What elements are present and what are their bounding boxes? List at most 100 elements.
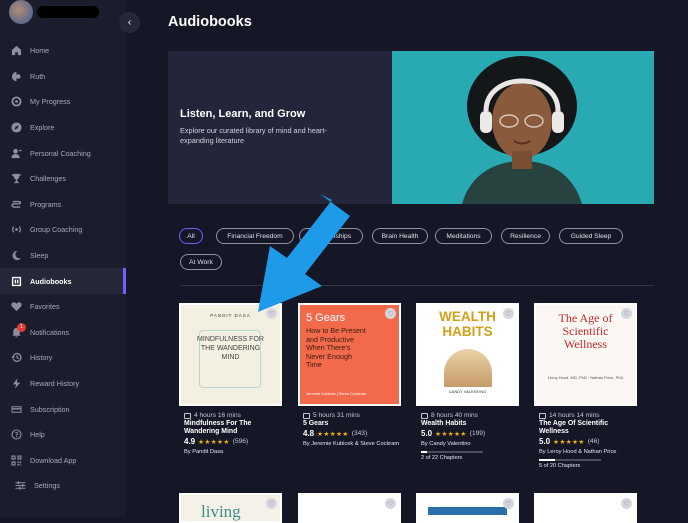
sidebar-item-sleep[interactable]: Sleep	[0, 243, 126, 269]
favorite-heart-icon[interactable]: ♡	[503, 498, 514, 509]
sidebar-item-group-coaching[interactable]: Group Coaching	[0, 217, 126, 243]
book-author: By Candy Valentino	[421, 441, 471, 447]
book-author: By Pandit Dasa	[184, 449, 224, 455]
rating-count: (46)	[587, 438, 600, 445]
filter-chip-at-work[interactable]: At Work	[180, 254, 222, 270]
book-cover[interactable]: ♡	[298, 493, 401, 523]
favorite-heart-icon[interactable]: ♡	[385, 308, 396, 319]
book-cover[interactable]: living ♡	[179, 493, 282, 523]
card-icon	[11, 404, 22, 415]
book-rating: 5.0 ★★★★★ (199)	[421, 429, 521, 438]
sidebar-item-challenges[interactable]: Challenges	[0, 166, 126, 192]
book-title[interactable]: Wealth Habits	[421, 420, 521, 428]
sidebar-item-label: Reward History	[30, 379, 80, 389]
book-author: By Leroy Hood & Nathan Price	[539, 449, 617, 455]
sidebar-item-label: My Progress	[30, 97, 71, 107]
history-icon	[11, 352, 22, 363]
chapters-progress: 5 of 20 Chapters	[539, 463, 581, 469]
cover-stripe	[428, 507, 507, 515]
hero-title: Listen, Learn, and Grow	[180, 108, 306, 120]
sidebar-item-label: History	[30, 353, 53, 363]
favorite-heart-icon[interactable]: ♡	[385, 498, 396, 509]
sidebar-nav: Home Ruth My Progress Explore Personal C…	[0, 38, 126, 499]
sidebar-item-download-app[interactable]: Download App	[0, 448, 126, 474]
hero-banner: Listen, Learn, and Grow Explore our cura…	[168, 51, 654, 204]
favorite-heart-icon[interactable]: ♡	[266, 498, 277, 509]
sidebar-item-home[interactable]: Home	[0, 38, 126, 64]
sidebar-item-programs[interactable]: Programs	[0, 192, 126, 218]
cover-title: The Age of Scientific Wellness	[558, 311, 613, 351]
cover-author: Leroy Hood, MD, PhD · Nathan Price, PhD	[547, 375, 624, 380]
listening-progress-bar	[421, 451, 483, 453]
hero-subtitle: Explore our curated library of mind and …	[180, 126, 327, 145]
cover-author: CANDY VALENTINO	[448, 389, 487, 394]
favorite-heart-icon[interactable]: ♡	[621, 308, 632, 319]
coach-icon	[11, 148, 22, 159]
book-cover[interactable]: WEALTH HABITS CANDY VALENTINO ♡	[416, 303, 519, 406]
cover-title: WEALTH HABITS	[439, 309, 496, 339]
book-duration: 14 hours 14 mins	[539, 412, 639, 419]
book-card[interactable]: PANDIT DASA MINDFULNESS FOR THE WANDERIN…	[179, 303, 282, 456]
book-card[interactable]: WEALTH HABITS CANDY VALENTINO ♡ 8 hours …	[416, 303, 519, 461]
sidebar-item-label: Explore	[30, 123, 55, 133]
book-icon	[184, 412, 191, 419]
filter-chip-brain-health[interactable]: Brain Health	[372, 228, 428, 244]
sidebar-item-notifications[interactable]: 1 Notifications	[0, 320, 126, 346]
help-icon	[11, 429, 22, 440]
book-icon	[421, 412, 428, 419]
filter-chip-resilience[interactable]: Resilience	[501, 228, 550, 244]
book-cover[interactable]: ♡	[416, 493, 519, 523]
book-meta: 4 hours 16 mins Mindfulness For The Wand…	[179, 412, 284, 456]
book-title[interactable]: The Age Of Scientific Wellness	[539, 420, 639, 436]
sidebar-item-subscription[interactable]: Subscription	[0, 396, 126, 422]
cover-title: living	[201, 502, 241, 521]
sidebar-item-help[interactable]: Help	[0, 422, 126, 448]
filter-chip-all[interactable]: All	[179, 228, 203, 244]
favorite-heart-icon[interactable]: ♡	[503, 308, 514, 319]
sidebar-item-audiobooks[interactable]: Audiobooks	[0, 268, 126, 294]
filter-chip-guided-sleep[interactable]: Guided Sleep	[559, 228, 623, 244]
sidebar-item-label: Programs	[30, 199, 62, 209]
progress-fill	[421, 451, 427, 453]
sidebar-item-label: Settings	[34, 481, 60, 491]
rating-count: (199)	[469, 430, 486, 437]
favorite-heart-icon[interactable]: ♡	[621, 498, 632, 509]
sidebar-item-label: Sleep	[30, 251, 49, 261]
rating-value: 4.9	[184, 437, 196, 446]
sidebar-item-reward-history[interactable]: Reward History	[0, 371, 126, 397]
book-card[interactable]: 5 Gears How to Be Present and Productive…	[298, 303, 401, 448]
sidebar-item-history[interactable]: History	[0, 345, 126, 371]
book-duration: 8 hours 40 mins	[421, 412, 521, 419]
filter-chip-meditations[interactable]: Meditations	[435, 228, 492, 244]
book-title[interactable]: 5 Gears	[303, 420, 403, 428]
trophy-icon	[11, 173, 22, 184]
avatar[interactable]	[9, 0, 33, 24]
home-icon	[11, 45, 22, 56]
book-rating: 5.0 ★★★★★ (46)	[539, 437, 639, 446]
book-meta: 14 hours 14 mins The Age Of Scientific W…	[534, 412, 639, 469]
audiobook-icon	[11, 276, 22, 287]
book-duration: 5 hours 31 mins	[303, 412, 403, 419]
book-icon	[539, 412, 546, 419]
book-cover[interactable]: The Age of Scientific Wellness Leroy Hoo…	[534, 303, 637, 406]
compass-icon	[11, 122, 22, 133]
sidebar-item-ruth[interactable]: Ruth	[0, 64, 126, 90]
sidebar-item-settings[interactable]: Settings	[0, 473, 126, 499]
sidebar-item-personal-coaching[interactable]: Personal Coaching	[0, 140, 126, 166]
programs-icon	[11, 199, 22, 210]
book-cover[interactable]: ♡	[534, 493, 637, 523]
rating-stars: ★★★★★	[198, 438, 230, 446]
chapters-progress: 2 of 22 Chapters	[421, 455, 463, 461]
sidebar-item-label: Subscription	[30, 404, 70, 414]
book-cover[interactable]: 5 Gears How to Be Present and Productive…	[298, 303, 401, 406]
notification-badge: 1	[17, 322, 26, 332]
sidebar-item-explore[interactable]: Explore	[0, 115, 126, 141]
book-title[interactable]: Mindfulness For The Wandering Mind	[184, 420, 284, 436]
profile[interactable]	[9, 0, 99, 24]
book-card[interactable]: The Age of Scientific Wellness Leroy Hoo…	[534, 303, 637, 469]
sidebar-item-favorites[interactable]: Favorites	[0, 294, 126, 320]
book-cover[interactable]: PANDIT DASA MINDFULNESS FOR THE WANDERIN…	[179, 303, 282, 406]
cover-photo	[444, 349, 492, 387]
book-duration: 4 hours 16 mins	[184, 412, 284, 419]
sidebar-item-my-progress[interactable]: My Progress	[0, 89, 126, 115]
